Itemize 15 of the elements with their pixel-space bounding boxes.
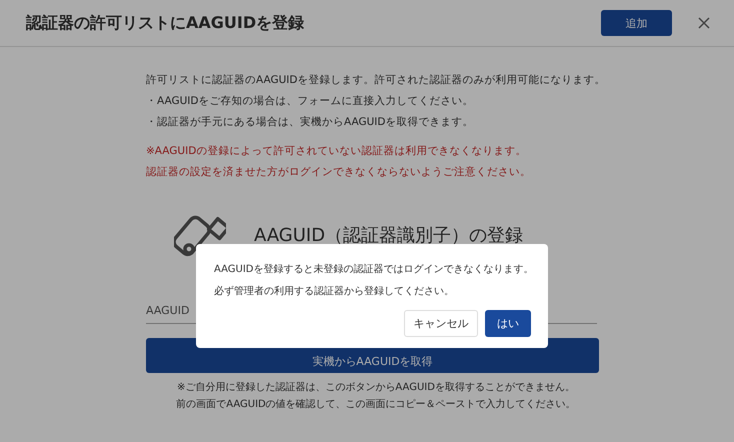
- note-text: 前の画面でAAGUIDの値を確認して、この画面にコピー＆ペーストで入力してください。: [175, 398, 577, 412]
- add-button[interactable]: 追加: [601, 10, 672, 36]
- dialog-title: 認証器の許可リストにAAGUIDを登録: [26, 12, 306, 34]
- section-heading: AAGUID（認証器識別子）の登録: [254, 224, 524, 247]
- dialog-button[interactable]: キャンセル: [404, 310, 478, 337]
- warning-text: ※AAGUIDの登録によって許可されていない認証器は利用できなくなります。: [146, 145, 528, 158]
- warning-text: 認証器の設定を済ませた方がログインできなくならないようご注意ください。: [146, 166, 532, 179]
- close-icon[interactable]: [698, 17, 710, 29]
- intro-text: 許可リストに認証器のAAGUIDを登録します。許可された認証器のみが利用可能になります。: [146, 74, 606, 87]
- bullet-text: ・AAGUIDをご存知の場合は、フォームに直接入力してください。: [146, 95, 474, 108]
- confirm-text: AAGUIDを登録すると未登録の認証器ではログインできなくなります。: [214, 264, 531, 276]
- dialog-button[interactable]: はい: [485, 310, 531, 337]
- note-text: ※ご自分用に登録した認証器は、このボタンからAAGUIDを取得することができません。: [176, 381, 576, 395]
- bullet-text: ・認証器が手元にある場合は、実機からAAGUIDを取得できます。: [146, 116, 474, 129]
- confirm-text: 必ず管理者の利用する認証器から登録してください。: [214, 286, 455, 298]
